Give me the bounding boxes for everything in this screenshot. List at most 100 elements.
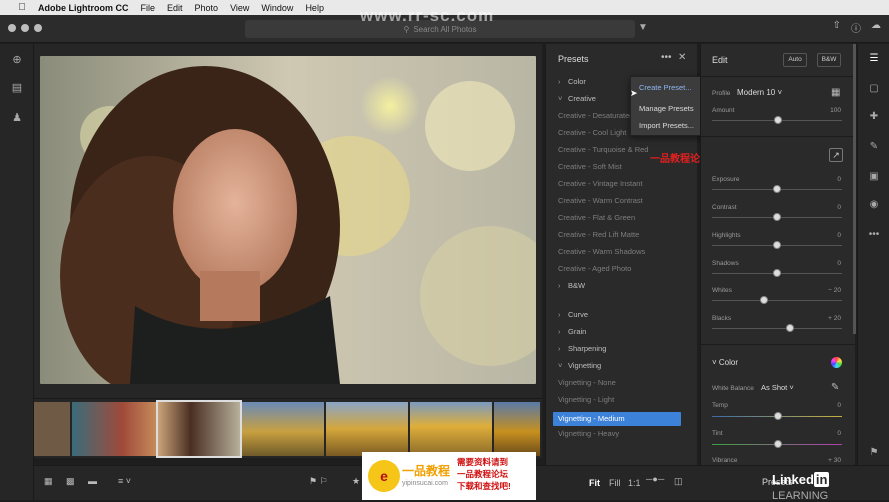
preset-item[interactable]: Creative - Aged Photo: [558, 264, 688, 273]
slider-knob[interactable]: [786, 324, 794, 332]
radial-gradient-icon[interactable]: ◉: [867, 198, 881, 212]
preset-label: Vignetting - Medium: [558, 414, 625, 423]
color-section-header[interactable]: ˅ Color: [712, 358, 738, 367]
linkedin-brand: Linked: [772, 472, 814, 487]
slider-knob[interactable]: [773, 269, 781, 277]
filter-icon[interactable]: ▼: [638, 22, 648, 34]
tag-icon[interactable]: ⚑: [867, 446, 881, 460]
slider-track[interactable]: [712, 300, 842, 301]
app-menu[interactable]: Adobe Lightroom CC: [38, 3, 129, 13]
preset-label: Vignetting - Heavy: [558, 429, 620, 438]
preset-group[interactable]: › Curve: [558, 310, 688, 319]
library-icon[interactable]: ▤: [9, 80, 25, 96]
menu-photo[interactable]: Photo: [195, 3, 219, 13]
people-icon[interactable]: ♟: [9, 110, 25, 126]
linkedin-learning-logo: Linked in LEARNING: [772, 472, 889, 502]
tint-value: 0: [837, 430, 841, 437]
preset-item[interactable]: Creative - Warm Shadows: [558, 247, 688, 256]
preset-item[interactable]: Creative - Vintage Instant: [558, 179, 688, 188]
filmstrip-thumb[interactable]: [72, 402, 156, 456]
menu-file[interactable]: File: [141, 3, 156, 13]
chevron-right-icon: ›: [558, 281, 561, 290]
single-view-icon[interactable]: ▬: [88, 476, 97, 486]
zoom-1to1-button[interactable]: 1:1: [628, 478, 641, 488]
eyedropper-icon[interactable]: ✎: [831, 382, 839, 393]
zoom-fill-button[interactable]: Fill: [609, 478, 621, 488]
preset-item[interactable]: Vignetting - Light: [558, 395, 688, 404]
healing-icon[interactable]: ✚: [867, 110, 881, 124]
filmstrip-thumb[interactable]: [410, 402, 492, 456]
slider-knob[interactable]: [773, 213, 781, 221]
color-mixer-icon[interactable]: [831, 357, 842, 368]
edit-sliders-icon[interactable]: ☰: [867, 52, 881, 66]
window-minimize-dot[interactable]: [21, 24, 29, 32]
light-curve-icon[interactable]: ↗: [829, 148, 843, 162]
promo-logo: e: [368, 460, 400, 492]
filmstrip-thumb[interactable]: [242, 402, 324, 456]
slider-value: − 20: [828, 287, 841, 294]
preset-item[interactable]: Creative - Red Lift Matte: [558, 230, 688, 239]
preset-item[interactable]: Vignetting - Heavy: [558, 429, 688, 438]
sort-icon[interactable]: ≡ ˅: [118, 476, 131, 486]
amount-slider-knob[interactable]: [774, 116, 782, 124]
create-preset-item[interactable]: Create Preset...: [639, 83, 692, 92]
main-photo[interactable]: [40, 56, 536, 384]
preset-label: Creative - Red Lift Matte: [558, 230, 640, 239]
profile-dropdown[interactable]: Modern 10 ˅: [737, 88, 782, 97]
linkedin-in: in: [813, 472, 830, 487]
menu-edit[interactable]: Edit: [167, 3, 183, 13]
compare-icon[interactable]: ◫: [674, 476, 683, 487]
slider-label: Highlights: [712, 232, 741, 239]
more-icon[interactable]: •••: [867, 228, 881, 242]
grid-view-icon[interactable]: ▩: [66, 476, 75, 487]
filmstrip-thumb[interactable]: [34, 402, 70, 456]
slider-knob[interactable]: [773, 241, 781, 249]
menu-window[interactable]: Window: [261, 3, 293, 13]
filmstrip-thumb[interactable]: [326, 402, 408, 456]
share-icon[interactable]: ⇧: [833, 20, 841, 35]
preset-group[interactable]: ˅ Vignetting: [558, 361, 688, 370]
preset-item[interactable]: Vignetting - Medium: [553, 412, 681, 426]
help-icon[interactable]: ⓘ: [851, 20, 861, 35]
add-photos-icon[interactable]: ⊕: [9, 52, 25, 68]
bw-button[interactable]: B&W: [817, 53, 841, 67]
window-zoom-dot[interactable]: [34, 24, 42, 32]
cloud-icon[interactable]: ☁: [871, 20, 881, 35]
tint-slider-knob[interactable]: [774, 440, 782, 448]
preset-item[interactable]: Vignetting - None: [558, 378, 688, 387]
preset-item[interactable]: Creative - Flat & Green: [558, 213, 688, 222]
preset-group[interactable]: › Sharpening: [558, 344, 688, 353]
slider-knob[interactable]: [760, 296, 768, 304]
preset-item[interactable]: Creative - Warm Contrast: [558, 196, 688, 205]
filmstrip-thumb[interactable]: [494, 402, 540, 456]
left-rail: ⊕ ▤ ♟: [0, 44, 34, 500]
white-balance-dropdown[interactable]: As Shot ˅: [761, 383, 794, 392]
preset-label: Vignetting - Light: [558, 395, 615, 404]
preset-group[interactable]: › Grain: [558, 327, 688, 336]
menu-view[interactable]: View: [230, 3, 249, 13]
filmstrip-thumb-selected[interactable]: [156, 400, 242, 458]
detail-view-icon[interactable]: ▦: [44, 476, 53, 487]
menu-help[interactable]: Help: [305, 3, 324, 13]
more-options-icon[interactable]: •••: [661, 52, 672, 63]
import-presets-item[interactable]: Import Presets...: [639, 121, 694, 130]
window-close-dot[interactable]: [8, 24, 16, 32]
flag-icons[interactable]: ⚑ ⚐: [309, 476, 328, 487]
apple-icon[interactable]: : [16, 2, 28, 13]
manage-presets-item[interactable]: Manage Presets: [639, 104, 694, 113]
crop-icon[interactable]: ▢: [867, 82, 881, 96]
linear-gradient-icon[interactable]: ▣: [867, 170, 881, 184]
close-icon[interactable]: ✕: [678, 52, 686, 63]
auto-button[interactable]: Auto: [783, 53, 807, 67]
slider-track[interactable]: [712, 328, 842, 329]
brush-icon[interactable]: ✎: [867, 140, 881, 154]
temp-slider-knob[interactable]: [774, 412, 782, 420]
edit-panel-scrollbar[interactable]: [853, 44, 856, 334]
preset-group[interactable]: › B&W: [558, 281, 688, 290]
star-icon[interactable]: ★: [352, 476, 360, 487]
presets-title: Presets: [558, 54, 589, 64]
zoom-slider-icon[interactable]: ─●─: [646, 474, 664, 484]
zoom-fit-button[interactable]: Fit: [589, 478, 600, 488]
slider-knob[interactable]: [773, 185, 781, 193]
profile-browser-icon[interactable]: ▦: [831, 87, 840, 98]
